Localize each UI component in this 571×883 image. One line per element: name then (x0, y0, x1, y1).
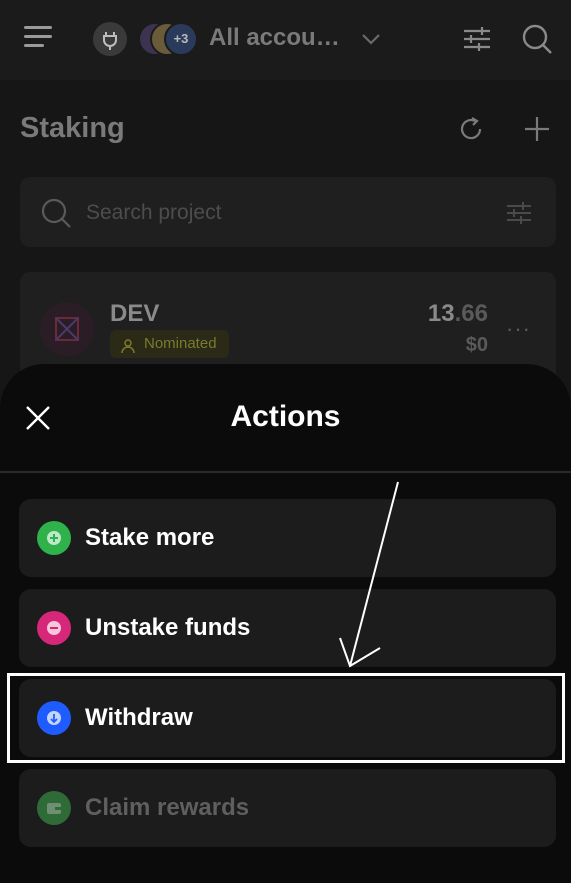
filter-icon[interactable] (506, 200, 532, 226)
minus-circle-icon (37, 611, 71, 645)
menu-icon[interactable] (24, 26, 52, 50)
wallet-icon (37, 791, 71, 825)
status-badge: Nominated (110, 330, 229, 358)
amount-integer: 13 (427, 300, 455, 327)
action-label: Claim rewards (85, 794, 250, 821)
action-label: Stake more (85, 524, 215, 551)
actions-sheet: Actions Stake more Unstake funds Withdra… (0, 364, 571, 883)
amount-usd: $0 (465, 334, 488, 356)
claim-rewards-button[interactable]: Claim rewards (19, 769, 556, 847)
plug-icon[interactable] (93, 22, 127, 56)
withdraw-highlight-annotation (7, 673, 565, 763)
chevron-down-icon[interactable] (360, 28, 382, 50)
page-title: Staking (20, 112, 125, 144)
search-placeholder: Search project (86, 201, 222, 224)
amount-decimals: .66 (454, 300, 488, 327)
stake-more-button[interactable]: Stake more (19, 499, 556, 577)
unstake-funds-button[interactable]: Unstake funds (19, 589, 556, 667)
search-project-field[interactable]: Search project (20, 177, 556, 247)
status-badge-label: Nominated (144, 335, 217, 352)
more-options-icon[interactable]: ··· (506, 316, 534, 341)
filter-icon[interactable] (462, 24, 492, 54)
staked-amount: 13.66 (428, 300, 488, 328)
annotation-arrow (330, 478, 410, 674)
dev-project-logo (40, 302, 94, 356)
action-label: Unstake funds (85, 614, 251, 641)
top-bar: +3 All accou… (0, 0, 571, 80)
account-extra-count: +3 (164, 22, 198, 56)
sheet-title: Actions (230, 400, 341, 433)
search-icon[interactable] (520, 22, 554, 56)
add-icon[interactable] (523, 115, 551, 143)
project-name: DEV (110, 300, 160, 327)
plus-circle-icon (37, 521, 71, 555)
account-avatars[interactable]: +3 (138, 22, 200, 56)
divider (0, 471, 571, 473)
user-icon (120, 336, 136, 354)
reload-icon[interactable] (457, 115, 485, 143)
account-selector-label[interactable]: All accou… (209, 24, 340, 52)
search-icon (40, 197, 72, 229)
